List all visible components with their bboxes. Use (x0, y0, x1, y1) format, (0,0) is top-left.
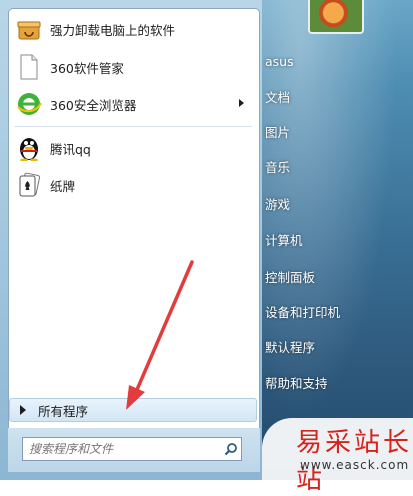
right-item-devices-printers[interactable]: 设备和打印机 (265, 297, 395, 325)
search-input[interactable] (23, 439, 221, 459)
right-item-music[interactable]: 音乐 (265, 152, 395, 180)
program-item-360-software-manager[interactable]: 360软件管家 (16, 50, 252, 84)
360-browser-icon (16, 91, 42, 117)
program-label: 强力卸载电脑上的软件 (50, 22, 176, 38)
right-item-documents[interactable]: 文档 (265, 82, 395, 110)
program-item-360-browser[interactable]: 360安全浏览器 (16, 87, 252, 121)
divider (14, 126, 252, 127)
qq-penguin-icon (16, 135, 42, 161)
program-item-solitaire[interactable]: 纸牌 (16, 168, 252, 202)
program-item-tencent-qq[interactable]: 腾讯qq (16, 131, 252, 165)
all-programs-label: 所有程序 (38, 403, 89, 419)
right-item-user[interactable]: asus (265, 47, 395, 75)
watermark-url: www.easck.com (300, 458, 410, 472)
right-item-computer[interactable]: 计算机 (265, 225, 395, 253)
search-box[interactable] (22, 437, 242, 461)
right-item-pictures[interactable]: 图片 (265, 117, 395, 145)
right-item-control-panel[interactable]: 控制面板 (265, 262, 395, 290)
right-item-default-programs[interactable]: 默认程序 (265, 332, 395, 360)
right-item-games[interactable]: 游戏 (265, 189, 395, 217)
program-label: 腾讯qq (50, 141, 91, 157)
search-icon[interactable] (221, 439, 241, 459)
uninstall-box-icon (16, 16, 42, 42)
user-avatar[interactable] (308, 0, 364, 34)
solitaire-cards-icon (16, 172, 42, 198)
program-label: 360安全浏览器 (50, 97, 137, 113)
program-item-uninstaller[interactable]: 强力卸载电脑上的软件 (16, 12, 252, 46)
submenu-arrow-icon (239, 99, 244, 107)
expand-arrow-icon (20, 405, 26, 415)
program-label: 360软件管家 (50, 60, 124, 76)
right-item-help-support[interactable]: 帮助和支持 (265, 368, 395, 396)
program-label: 纸牌 (50, 178, 76, 194)
document-icon (16, 54, 42, 80)
all-programs-button[interactable]: 所有程序 (9, 398, 257, 422)
